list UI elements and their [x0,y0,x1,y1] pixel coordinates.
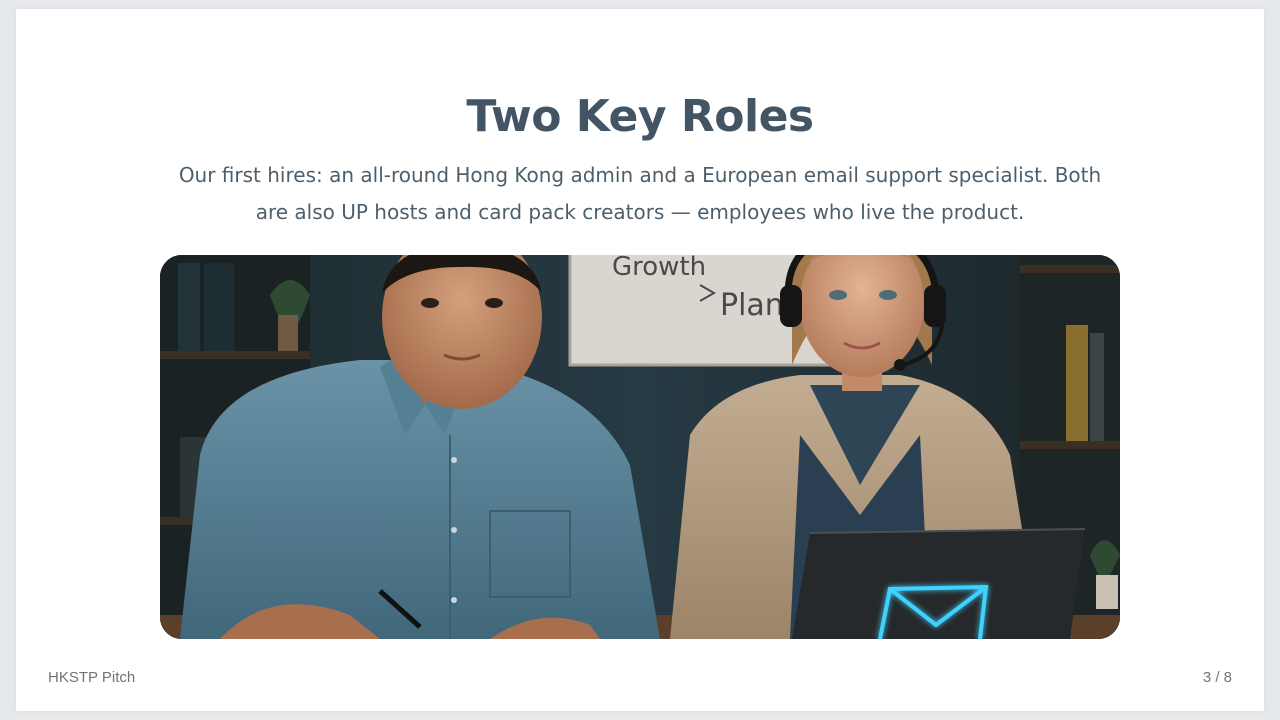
whiteboard-text-growth: Growth [612,255,706,282]
slide-subtitle: Our first hires: an all-round Hong Kong … [178,163,1102,224]
footer-deck-name: HKSTP Pitch [48,669,136,686]
slide-title: Two Key Roles [466,91,814,142]
slide: Two Key Roles Our first hires: an all-ro… [16,9,1264,711]
hero-image: Growth Plan [160,255,1120,639]
whiteboard-text-plan: Plan [720,288,784,323]
laptop [792,528,1086,639]
footer-page-indicator: 3 / 8 [1202,669,1232,686]
